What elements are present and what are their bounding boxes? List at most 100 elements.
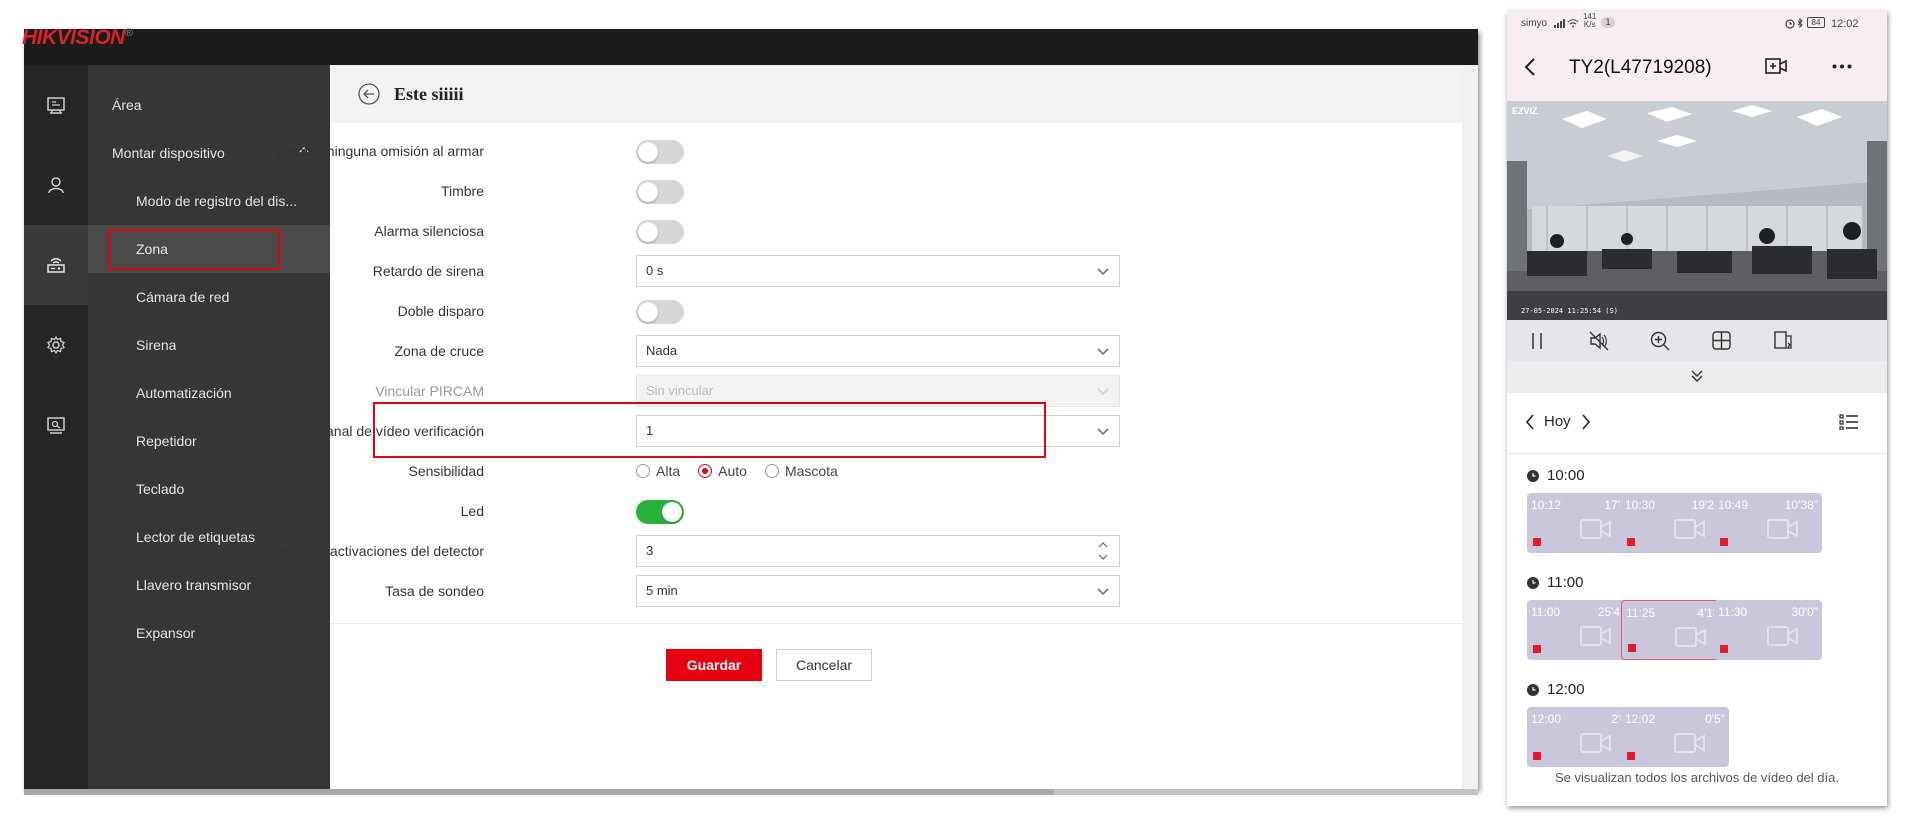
video-clip-thumb[interactable]: 12:02 0'5" — [1621, 707, 1729, 767]
nav-area[interactable]: Área — [88, 81, 330, 129]
chevron-down-icon — [1097, 268, 1109, 275]
siren-delay-select[interactable]: 0 s — [636, 255, 1120, 287]
video-clip-thumb[interactable]: 10:12 17'6" — [1527, 493, 1635, 553]
hour-header-12: 12:00 — [1527, 681, 1585, 698]
zoom-in-icon[interactable] — [1650, 331, 1670, 351]
nav-item-label: Modo de registro del dis... — [136, 193, 298, 209]
video-clip-thumb[interactable]: 11:00 25'42" — [1527, 600, 1635, 660]
hour-header-10: 10:00 — [1527, 467, 1585, 484]
live-video[interactable]: EZVIZ 27-05-2024 11:25:54 (S) — [1507, 101, 1887, 320]
day-label: Hoy — [1544, 413, 1571, 430]
device-switch-icon[interactable] — [1773, 330, 1793, 350]
cross-zone-label: Zona de cruce — [394, 343, 485, 359]
maintenance-icon[interactable] — [24, 385, 88, 465]
list-view-icon[interactable] — [1839, 414, 1859, 430]
toggle-knob — [638, 142, 658, 162]
radio-label: Auto — [718, 463, 747, 479]
video-clip-thumb[interactable]: 10:49 10'38" — [1714, 493, 1822, 553]
double-knock-toggle[interactable] — [636, 300, 684, 324]
nav-item-keyfob[interactable]: Llavero transmisor — [88, 561, 330, 609]
clip-time: 10:12 — [1531, 498, 1562, 512]
cross-zone-select[interactable]: Nada — [636, 335, 1120, 367]
main-panel: Este siiiii No permitir ninguna omisión … — [253, 65, 1478, 789]
sensitivity-label: Sensibilidad — [408, 463, 485, 479]
double-knock-label: Doble disparo — [397, 303, 484, 319]
nav-item-registration-mode[interactable]: Modo de registro del dis... — [88, 177, 330, 225]
office-camera-image — [1507, 101, 1887, 320]
gear-icon[interactable] — [24, 305, 88, 385]
polling-rate-value: 5 min — [646, 583, 678, 598]
cross-zone-value: Nada — [646, 343, 678, 358]
event-marker-icon — [1533, 752, 1541, 760]
row-chime: Timbre — [330, 175, 1330, 207]
router-icon[interactable] — [24, 225, 88, 305]
sensitivity-radio-group: Alta Auto Mascota — [636, 455, 856, 487]
silent-alarm-toggle[interactable] — [636, 220, 684, 244]
event-marker-icon — [1628, 644, 1636, 652]
sensitivity-option-high[interactable]: Alta — [636, 463, 680, 479]
chevron-down-icon — [1097, 348, 1109, 355]
monitor-icon[interactable] — [24, 65, 88, 145]
next-day-icon[interactable] — [1581, 414, 1591, 430]
polling-rate-select[interactable]: 5 min — [636, 575, 1120, 607]
chime-toggle[interactable] — [636, 180, 684, 204]
grid-icon[interactable] — [1712, 331, 1731, 350]
status-bar: simyo 141 K/s 1 84 12:02 — [1507, 11, 1887, 37]
siren-delay-label: Retardo de sirena — [372, 263, 484, 279]
more-options-icon[interactable] — [1832, 64, 1852, 69]
vertical-scrollbar[interactable] — [1462, 65, 1478, 789]
polling-rate-label: Tasa de sondeo — [385, 583, 484, 599]
back-arrow-icon[interactable] — [358, 83, 380, 105]
clip-time: 10:30 — [1625, 498, 1656, 512]
cancel-button[interactable]: Cancelar — [776, 649, 872, 681]
clock-icon — [1527, 469, 1539, 482]
radio-button — [764, 464, 779, 478]
battery-level: 84 — [1807, 17, 1825, 28]
icon-sidebar — [24, 65, 88, 789]
double-chevron-down-icon[interactable] — [1691, 370, 1703, 382]
highlight-video-channel — [373, 402, 1046, 458]
logo-text: HIKVISION — [22, 26, 125, 49]
expand-bar[interactable] — [1507, 361, 1887, 393]
row-led: Led — [330, 495, 1330, 527]
video-camera-icon — [1673, 517, 1707, 541]
nav-item-network-camera[interactable]: Cámara de red — [88, 273, 330, 321]
clip-time: 11:00 — [1531, 605, 1561, 619]
radio-label: Mascota — [784, 463, 838, 479]
row-siren-delay: Retardo de sirena 0 s — [330, 255, 1330, 287]
max-activations-input[interactable]: 3 — [636, 535, 1120, 567]
link-pircam-value: Sin vincular — [646, 383, 714, 398]
mute-icon[interactable] — [1589, 331, 1609, 351]
clip-time: 12:00 — [1531, 712, 1562, 726]
max-activations-label: N.º máx. de activaciones del detector — [253, 543, 484, 559]
nav-item-siren[interactable]: Sirena — [88, 321, 330, 369]
video-camera-icon — [1579, 517, 1613, 541]
prev-day-icon[interactable] — [1525, 414, 1535, 430]
video-clip-thumb[interactable]: 10:30 19'22" — [1621, 493, 1729, 553]
save-button[interactable]: Guardar — [666, 649, 762, 681]
add-camera-icon[interactable] — [1765, 57, 1787, 75]
video-clip-thumb[interactable]: 12:002'0" — [1527, 707, 1635, 767]
nav-item-expander[interactable]: Expansor — [88, 609, 330, 657]
footer-divider — [330, 623, 1462, 624]
video-clip-thumb[interactable]: 11:30 30'0" — [1714, 600, 1822, 660]
top-bar: HIKVISION® — [22, 26, 1478, 65]
chevron-down-icon — [1097, 388, 1109, 395]
back-icon[interactable] — [1523, 57, 1537, 77]
horizontal-scrollbar-thumb[interactable] — [24, 789, 1054, 795]
led-label: Led — [460, 503, 484, 519]
user-icon[interactable] — [24, 145, 88, 225]
stepper-icon[interactable] — [1097, 539, 1109, 563]
toggle-knob — [662, 502, 682, 522]
nav-item-automation[interactable]: Automatización — [88, 369, 330, 417]
sensitivity-option-pet[interactable]: Mascota — [764, 463, 838, 479]
toggle-knob — [638, 222, 658, 242]
video-clip-thumb[interactable]: 11:25 4'18" — [1621, 600, 1729, 660]
pause-icon[interactable] — [1530, 332, 1544, 350]
sensitivity-option-auto[interactable]: Auto — [698, 463, 747, 479]
no-bypass-toggle[interactable] — [636, 140, 684, 164]
logo-registered: ® — [124, 27, 133, 39]
hour-label: 12:00 — [1547, 681, 1585, 698]
led-toggle[interactable] — [636, 500, 684, 524]
nav-item-keypad[interactable]: Teclado — [88, 465, 330, 513]
